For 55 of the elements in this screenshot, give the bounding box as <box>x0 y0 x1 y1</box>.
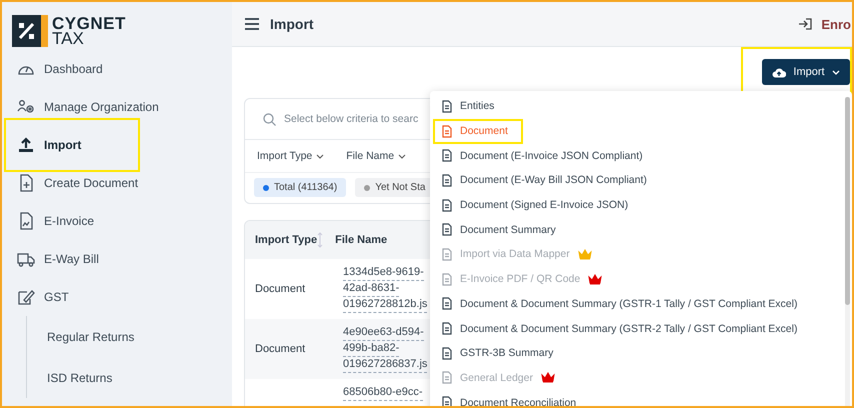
sidebar-item[interactable]: E-Invoice <box>2 202 232 240</box>
chevron-down-icon <box>398 154 406 158</box>
file-link[interactable]: 68506b80-e9cc- <box>343 385 423 401</box>
file-link[interactable]: 499b-ba82- <box>343 341 400 357</box>
menu-item[interactable]: GSTR-3B Summary <box>430 340 852 366</box>
status-chip[interactable]: Total (411364) <box>254 178 346 197</box>
sidebar-item[interactable]: GST <box>2 278 232 316</box>
logo-text: CYGNET <box>52 16 126 31</box>
filter-dropdown[interactable]: Import Type <box>257 150 324 162</box>
document-icon <box>442 248 452 261</box>
page-title: Import <box>270 16 314 32</box>
import-button[interactable]: Import <box>762 59 850 85</box>
column-header[interactable]: Import Type <box>245 234 318 246</box>
menu-item[interactable]: Document & Document Summary (GSTR-2 Tally / GST Compliant Excel) <box>430 316 852 341</box>
sidebar-subitem[interactable]: ISD Returns <box>27 357 232 398</box>
menu-item[interactable]: Document & Document Summary (GSTR-1 Tally / GST Compliant Excel) <box>430 292 852 316</box>
file-link[interactable]: 4e90ee63-d594- <box>343 325 424 341</box>
upload-icon <box>16 136 36 154</box>
table-cell: Document <box>255 283 306 295</box>
file-link[interactable]: 019627286837.js <box>343 357 428 373</box>
sidebar-item[interactable]: Import <box>4 118 140 172</box>
cloud-upload-icon <box>772 66 786 78</box>
menu-item[interactable]: Document (E-Invoice JSON Compliant) <box>430 143 852 168</box>
document-icon <box>442 223 452 236</box>
document-icon <box>442 174 452 187</box>
document-icon <box>442 198 452 212</box>
enroll-link[interactable]: Enro <box>821 16 851 32</box>
menu-item[interactable]: Document Summary <box>430 217 852 242</box>
sidebar-item[interactable]: Dashboard <box>2 50 232 88</box>
file-link[interactable]: 1334d5e8-9619- <box>343 265 424 281</box>
document-icon <box>442 346 452 360</box>
document-icon <box>442 272 452 286</box>
document-icon <box>442 124 452 138</box>
logo-icon <box>12 15 48 47</box>
chevron-down-icon <box>316 154 324 158</box>
logo-text: TAX <box>52 31 84 46</box>
menu-icon[interactable] <box>245 18 261 30</box>
document-icon <box>442 297 452 310</box>
file-link[interactable]: 01962728812b.js <box>343 297 428 313</box>
search-icon <box>263 112 276 126</box>
menu-item[interactable]: Document Reconciliation <box>430 390 852 406</box>
sign-in-icon <box>798 18 812 30</box>
document-icon <box>442 371 452 384</box>
chevron-down-icon <box>832 70 840 74</box>
filter-dropdown[interactable]: File Name <box>346 150 406 162</box>
table-cell: Document <box>255 343 306 355</box>
document-icon <box>442 149 452 162</box>
file-link[interactable]: 42ad-8631- <box>343 281 400 297</box>
document-icon <box>442 100 452 113</box>
document-icon <box>442 396 452 406</box>
column-header[interactable]: File Name <box>323 234 388 246</box>
document-icon <box>442 322 452 336</box>
sidebar-item[interactable]: E-Way Bill <box>2 240 232 278</box>
signature-icon <box>16 288 36 306</box>
sidebar-subitem[interactable]: Regular Returns <box>27 316 232 357</box>
